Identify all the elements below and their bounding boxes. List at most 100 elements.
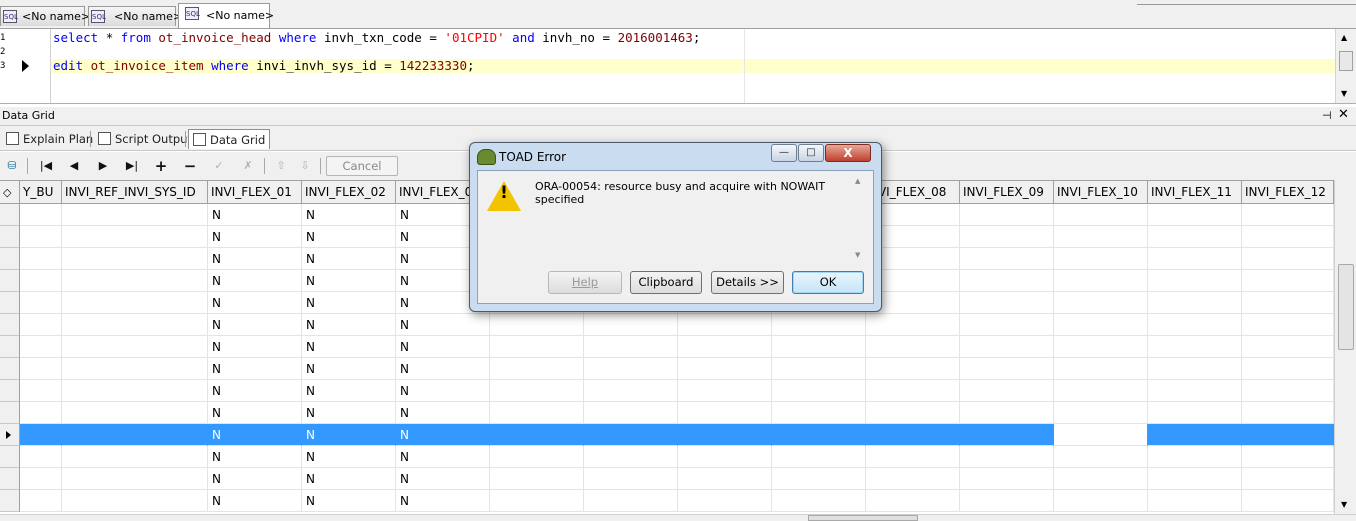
grid-cell[interactable] xyxy=(1148,358,1242,380)
tab-explain-plan[interactable]: Explain Plan xyxy=(6,129,93,149)
grid-cell[interactable] xyxy=(62,314,208,336)
grid-cell[interactable] xyxy=(960,402,1054,424)
grid-cell[interactable] xyxy=(772,446,866,468)
grid-cell[interactable] xyxy=(62,358,208,380)
grid-cell[interactable] xyxy=(678,314,772,336)
grid-cell[interactable] xyxy=(1054,292,1148,314)
column-header[interactable]: INVI_FLEX_11 xyxy=(1148,181,1242,203)
grid-cell[interactable]: N xyxy=(208,336,302,358)
grid-cell[interactable] xyxy=(1148,402,1242,424)
grid-cell[interactable] xyxy=(866,490,960,512)
grid-cell[interactable] xyxy=(960,358,1054,380)
delete-record-icon[interactable]: − xyxy=(180,157,200,175)
grid-cell[interactable] xyxy=(1148,380,1242,402)
next-record-icon[interactable]: ▶ xyxy=(93,157,113,175)
grid-cell[interactable]: N xyxy=(208,314,302,336)
row-indicator[interactable] xyxy=(0,446,20,468)
grid-cell[interactable] xyxy=(866,336,960,358)
grid-cell[interactable] xyxy=(490,314,584,336)
insert-record-icon[interactable]: + xyxy=(151,157,171,175)
grid-cell[interactable] xyxy=(772,314,866,336)
grid-cell[interactable]: N xyxy=(302,270,396,292)
grid-cell[interactable] xyxy=(1242,380,1334,402)
scroll-up-icon[interactable]: ▲ xyxy=(855,177,860,185)
column-header[interactable]: INVI_REF_INVI_SYS_ID xyxy=(62,181,208,203)
grid-cell[interactable]: N xyxy=(208,490,302,512)
close-button[interactable]: X xyxy=(825,144,871,162)
grid-options-icon[interactable]: ⛁ xyxy=(2,157,22,175)
grid-cell[interactable] xyxy=(678,424,772,446)
grid-cell[interactable] xyxy=(1054,402,1148,424)
minimize-button[interactable]: — xyxy=(771,144,797,162)
grid-cell[interactable]: N xyxy=(208,270,302,292)
table-row[interactable]: NNN xyxy=(0,424,1334,446)
grid-cell[interactable] xyxy=(20,358,62,380)
grid-cell[interactable] xyxy=(960,270,1054,292)
row-indicator[interactable] xyxy=(0,424,20,446)
code-line-3[interactable]: edit ot_invoice_item where invi_invh_sys… xyxy=(53,58,475,73)
grid-cell[interactable]: N xyxy=(396,424,490,446)
grid-cell[interactable] xyxy=(772,402,866,424)
grid-cell[interactable] xyxy=(20,292,62,314)
table-row[interactable]: NNN xyxy=(0,402,1334,424)
grid-cell[interactable] xyxy=(584,358,678,380)
row-indicator[interactable] xyxy=(0,226,20,248)
grid-cell[interactable] xyxy=(960,314,1054,336)
grid-cell[interactable]: N xyxy=(302,292,396,314)
row-indicator[interactable] xyxy=(0,204,20,226)
table-row[interactable]: NNN xyxy=(0,380,1334,402)
row-indicator[interactable] xyxy=(0,358,20,380)
grid-cell[interactable]: N xyxy=(208,424,302,446)
tab-no-name-1[interactable]: SQL <No name> xyxy=(0,6,90,26)
grid-cell[interactable]: N xyxy=(208,446,302,468)
grid-cell[interactable] xyxy=(1054,336,1148,358)
grid-cell[interactable] xyxy=(490,446,584,468)
grid-cell[interactable] xyxy=(20,248,62,270)
grid-cell[interactable]: N xyxy=(208,226,302,248)
grid-cell[interactable] xyxy=(772,424,866,446)
ok-button[interactable]: OK xyxy=(792,271,864,294)
grid-cell[interactable]: N xyxy=(208,204,302,226)
help-button[interactable]: Help xyxy=(548,271,622,294)
table-row[interactable]: NNN xyxy=(0,336,1334,358)
grid-cell[interactable]: N xyxy=(302,358,396,380)
grid-cell[interactable] xyxy=(62,226,208,248)
grid-cell[interactable] xyxy=(584,380,678,402)
grid-cell[interactable] xyxy=(1054,204,1148,226)
editor-vertical-scrollbar[interactable]: ▲ ▼ xyxy=(1335,29,1356,103)
grid-cell[interactable] xyxy=(20,204,62,226)
grid-cell[interactable]: N xyxy=(396,380,490,402)
grid-cell[interactable] xyxy=(62,270,208,292)
grid-cell[interactable] xyxy=(1054,424,1148,446)
grid-cell[interactable]: N xyxy=(208,402,302,424)
download-icon[interactable]: ⇩ xyxy=(295,157,315,175)
pin-icon[interactable]: ⊣ xyxy=(1322,109,1332,122)
table-row[interactable]: NNN xyxy=(0,446,1334,468)
grid-corner-icon[interactable]: ◇ xyxy=(0,181,20,203)
grid-cell[interactable] xyxy=(960,248,1054,270)
grid-cell[interactable] xyxy=(1148,336,1242,358)
first-record-icon[interactable]: |◀ xyxy=(36,157,56,175)
grid-cell[interactable] xyxy=(62,490,208,512)
grid-cell[interactable] xyxy=(678,446,772,468)
grid-cell[interactable] xyxy=(490,336,584,358)
grid-cell[interactable]: N xyxy=(302,446,396,468)
table-row[interactable]: NNN xyxy=(0,358,1334,380)
grid-cell[interactable]: N xyxy=(396,314,490,336)
grid-cell[interactable] xyxy=(584,490,678,512)
grid-cell[interactable] xyxy=(1054,468,1148,490)
column-header[interactable]: INVI_FLEX_09 xyxy=(960,181,1054,203)
grid-cell[interactable] xyxy=(1148,446,1242,468)
grid-cell[interactable] xyxy=(1054,490,1148,512)
grid-cell[interactable] xyxy=(1242,314,1334,336)
grid-cell[interactable]: N xyxy=(302,336,396,358)
scroll-thumb[interactable] xyxy=(1339,51,1353,71)
grid-cell[interactable] xyxy=(1148,248,1242,270)
grid-cell[interactable] xyxy=(1148,204,1242,226)
grid-cell[interactable] xyxy=(1242,226,1334,248)
grid-cell[interactable] xyxy=(20,336,62,358)
grid-cell[interactable] xyxy=(20,380,62,402)
grid-cell[interactable] xyxy=(1148,314,1242,336)
row-indicator[interactable] xyxy=(0,336,20,358)
clipboard-button[interactable]: Clipboard xyxy=(630,271,702,294)
